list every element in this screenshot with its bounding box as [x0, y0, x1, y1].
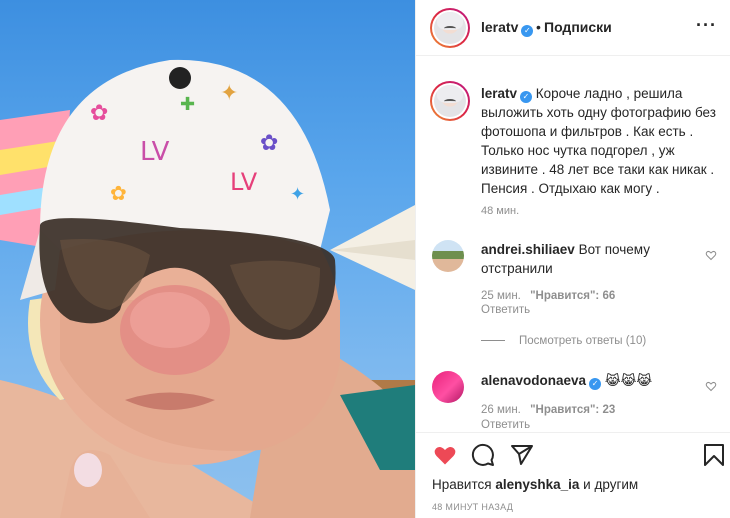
comments-scroll[interactable]: leratv ✓ Короче ладно , решила выложить х…	[416, 57, 730, 432]
view-replies-button[interactable]: Посмотреть ответы (10)	[481, 335, 646, 347]
post-side-panel: leratv ✓ • Подписки ··· leratv ✓ Короче ла…	[415, 0, 730, 518]
post-actions: Нравится alenyshka_ia и другим 48 МИНУТ …	[416, 432, 730, 518]
comment-username[interactable]: alenavodonaeva	[481, 373, 586, 388]
liked-by-user[interactable]: alenyshka_ia	[495, 477, 579, 492]
author-username[interactable]: leratv ✓	[481, 19, 534, 37]
comment-like-heart-icon[interactable]	[705, 249, 717, 261]
reply-button[interactable]: Ответить	[481, 419, 530, 431]
svg-text:✦: ✦	[290, 184, 305, 205]
divider-line	[481, 340, 505, 342]
comment-likes[interactable]: "Нравится": 23	[530, 404, 615, 416]
svg-text:✿: ✿	[90, 101, 108, 126]
commenter-avatar[interactable]	[432, 371, 464, 403]
liked-by: Нравится alenyshka_ia и другим	[432, 477, 639, 492]
verified-icon: ✓	[520, 91, 533, 103]
photo-illustration: ✿ LV ✦ ✿ ✚ ✿ LV ✦	[0, 59, 415, 518]
svg-text:✚: ✚	[180, 94, 195, 115]
caption-username[interactable]: leratv	[481, 86, 517, 101]
comment-icon[interactable]	[471, 443, 495, 467]
svg-text:✦: ✦	[220, 81, 238, 106]
comment-likes[interactable]: "Нравится": 66	[530, 290, 615, 302]
post-caption: leratv ✓ Короче ладно , решила выложить х…	[481, 84, 721, 198]
comment-meta: 25 мин. "Нравится": 66	[481, 290, 615, 302]
comment-time[interactable]: 26 мин.	[481, 404, 521, 416]
following-button[interactable]: Подписки	[544, 19, 612, 35]
heart-icon[interactable]	[432, 443, 458, 467]
posted-time[interactable]: 48 МИНУТ НАЗАД	[432, 502, 513, 512]
post-photo[interactable]: ✿ LV ✦ ✿ ✚ ✿ LV ✦	[0, 0, 415, 518]
author-avatar[interactable]	[430, 8, 470, 48]
comment-username[interactable]: andrei.shiliaev	[481, 242, 575, 257]
verified-icon: ✓	[521, 25, 534, 37]
comment: alenavodonaeva ✓ 😹😹😹	[481, 371, 706, 390]
caption-time[interactable]: 48 мин.	[481, 205, 519, 217]
svg-text:LV: LV	[230, 168, 258, 196]
header-separator: •	[536, 19, 541, 35]
comment: andrei.shiliaev Вот почему отстранили	[481, 240, 706, 278]
commenter-avatar[interactable]	[432, 240, 464, 272]
comment-emoji: 😹😹😹	[604, 373, 653, 388]
caption-text: Короче ладно , решила выложить хоть одну…	[481, 86, 716, 196]
share-icon[interactable]	[510, 443, 534, 467]
comment-like-heart-icon[interactable]	[705, 380, 717, 392]
comment-time[interactable]: 25 мин.	[481, 290, 521, 302]
post-header: leratv ✓ • Подписки ···	[416, 0, 730, 56]
comment-meta: 26 мин. "Нравится": 23	[481, 404, 615, 416]
reply-button[interactable]: Ответить	[481, 304, 530, 316]
bookmark-icon[interactable]	[703, 443, 725, 467]
svg-text:✿: ✿	[260, 131, 278, 156]
caption-avatar[interactable]	[430, 81, 470, 121]
verified-icon: ✓	[589, 378, 602, 390]
svg-text:✿: ✿	[110, 181, 127, 205]
more-options-icon[interactable]: ···	[696, 15, 717, 36]
svg-text:LV: LV	[140, 137, 170, 167]
